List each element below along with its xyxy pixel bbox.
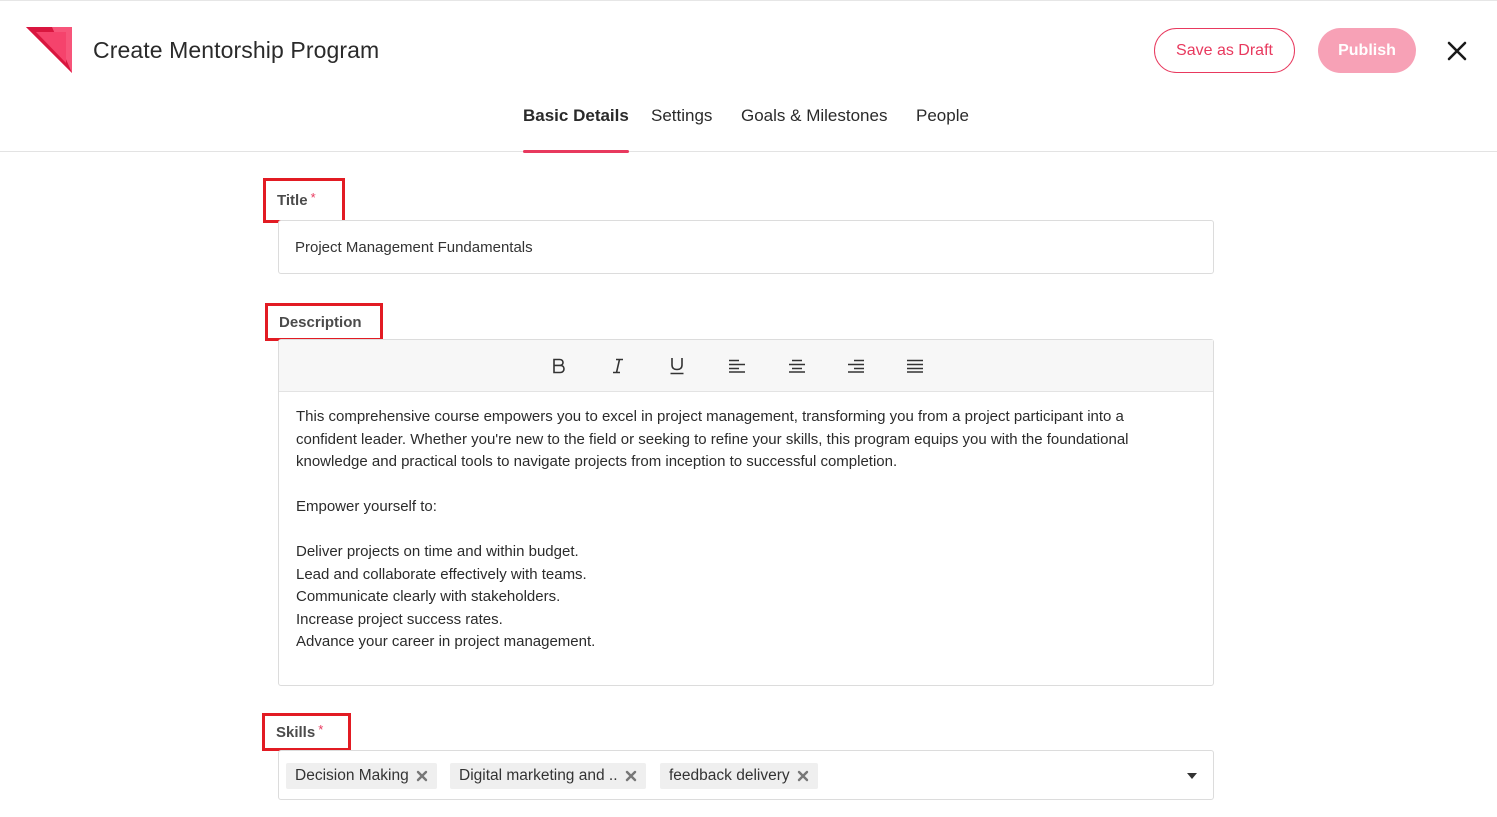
description-line [296,519,1196,542]
tab-bar: Basic Details Settings Goals & Milestone… [0,104,1497,153]
tab-basic-details[interactable]: Basic Details [523,106,629,153]
description-line: Lead and collaborate effectively with te… [296,565,587,583]
remove-chip-icon[interactable] [416,770,428,782]
description-label: Description [265,303,383,341]
skills-label: Skills * [262,713,351,751]
skill-chip: Decision Making [286,763,437,789]
title-label-text: Title [277,192,308,209]
skill-chip-label: Decision Making [295,767,409,784]
description-label-text: Description [279,313,362,331]
skill-chip: feedback delivery [660,763,818,789]
skills-select[interactable]: Decision Making Digital marketing and ..… [278,750,1214,800]
description-line: confident leader. Whether you're new to … [296,430,1129,448]
tab-people[interactable]: People [916,106,969,152]
align-justify-icon[interactable] [903,354,927,378]
page-header: Create Mentorship Program Save as Draft … [0,0,1497,153]
align-center-icon[interactable] [785,354,809,378]
page-title: Create Mentorship Program [93,37,380,63]
description-line: This comprehensive course empowers you t… [296,408,1124,425]
tab-settings[interactable]: Settings [651,106,712,152]
align-right-icon[interactable] [844,354,868,378]
save-as-draft-button[interactable]: Save as Draft [1154,28,1295,73]
description-line [296,474,1196,497]
italic-icon[interactable] [606,354,630,378]
skill-chip: Digital marketing and .. [450,763,646,789]
required-mark: * [318,721,324,737]
skill-chip-label: feedback delivery [669,767,790,784]
description-line: Empower yourself to: [296,498,437,515]
publish-button[interactable]: Publish [1318,28,1416,73]
description-line: Increase project success rates. [296,610,503,628]
remove-chip-icon[interactable] [797,770,809,782]
description-line: Advance your career in project managemen… [296,633,596,650]
skill-chip-label: Digital marketing and .. [459,767,618,784]
close-icon[interactable] [1445,39,1469,63]
description-line: knowledge and practical tools to navigat… [296,453,898,470]
title-input[interactable]: Project Management Fundamentals [278,220,1214,274]
required-mark: * [310,190,316,205]
underline-icon[interactable] [665,354,689,378]
tab-goals-milestones[interactable]: Goals & Milestones [741,106,887,152]
editor-content[interactable]: This comprehensive course empowers you t… [279,392,1213,668]
description-line: Communicate clearly with stakeholders. [296,588,561,605]
editor-toolbar [279,340,1213,392]
title-label: Title * [263,178,345,223]
description-editor[interactable]: This comprehensive course empowers you t… [278,339,1214,686]
bold-icon[interactable] [547,354,571,378]
remove-chip-icon[interactable] [625,770,637,782]
skills-label-text: Skills [276,723,316,741]
description-line: Deliver projects on time and within budg… [296,543,579,560]
brand-logo-icon [26,27,72,73]
align-left-icon[interactable] [725,354,749,378]
chevron-down-icon[interactable] [1186,772,1198,780]
